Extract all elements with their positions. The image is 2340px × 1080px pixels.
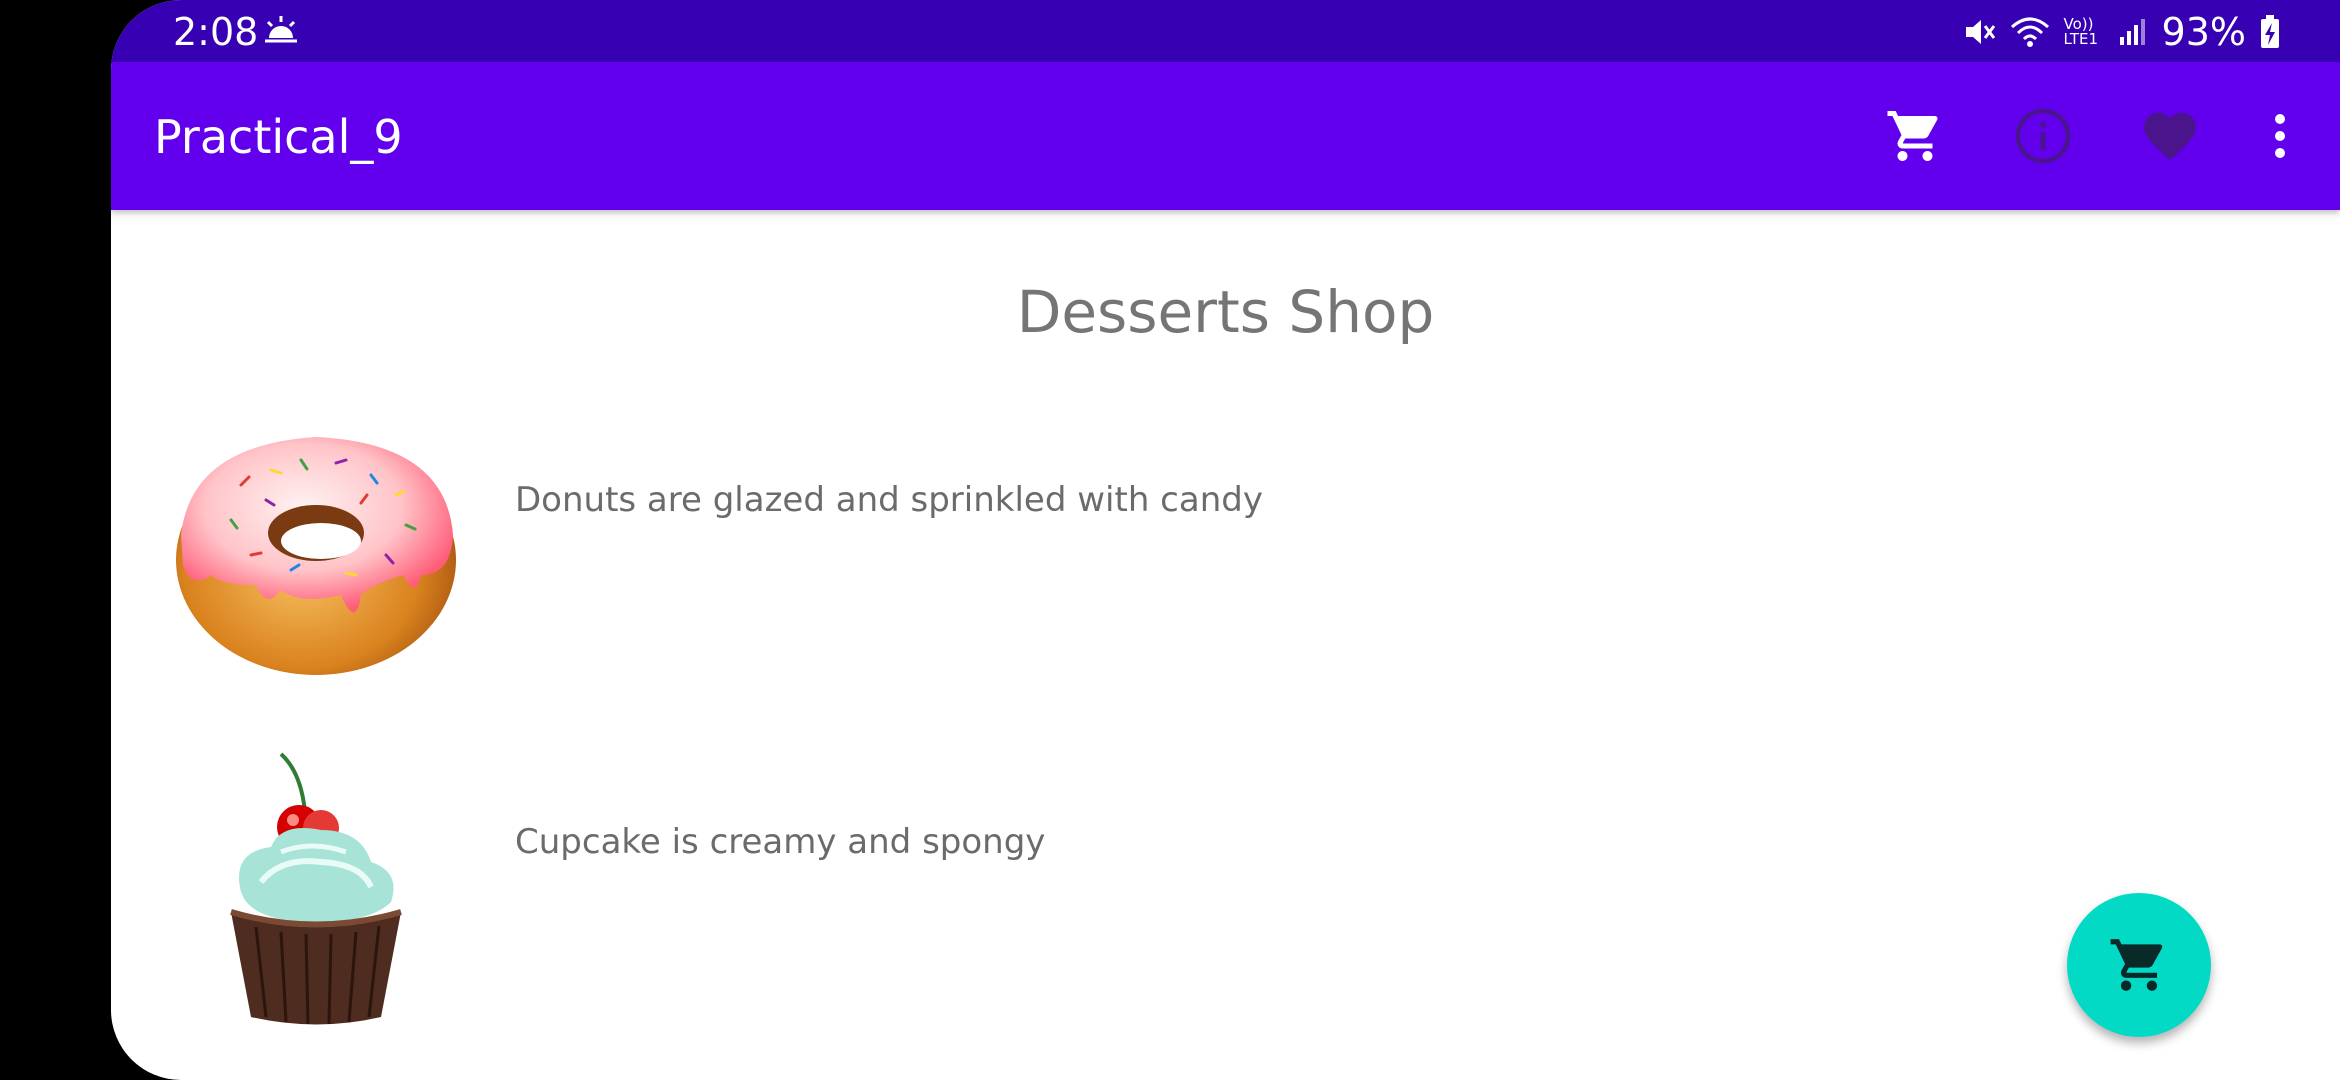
cart-icon bbox=[2110, 939, 2163, 991]
donut-image bbox=[176, 437, 456, 675]
app-bar: Practical_9 bbox=[111, 62, 2340, 210]
cart-action-button[interactable] bbox=[1879, 100, 1951, 172]
page-title: Desserts Shop bbox=[1016, 278, 1435, 346]
battery-percent: 93% bbox=[2161, 10, 2246, 54]
app-title: Practical_9 bbox=[154, 110, 403, 164]
wifi-icon bbox=[2010, 17, 2049, 47]
battery-charging-icon bbox=[2261, 15, 2279, 48]
cupcake-image bbox=[230, 752, 402, 1025]
cart-icon bbox=[1887, 111, 1938, 161]
status-bar: 2:08 Vo)) LTE1 93% bbox=[111, 0, 2340, 62]
more-vert-icon bbox=[2275, 114, 2285, 158]
signal-icon bbox=[2119, 19, 2145, 45]
mute-icon bbox=[1965, 20, 1995, 44]
item-description: Cupcake is creamy and spongy bbox=[515, 822, 1046, 862]
overflow-menu-button[interactable] bbox=[2244, 100, 2316, 172]
favorite-action-button[interactable] bbox=[2134, 100, 2206, 172]
cart-fab-button[interactable] bbox=[2067, 893, 2211, 1037]
heart-icon bbox=[2144, 112, 2196, 161]
item-description: Donuts are glazed and sprinkled with can… bbox=[515, 480, 1263, 520]
info-icon bbox=[2015, 108, 2071, 164]
info-action-button[interactable] bbox=[2007, 100, 2079, 172]
weather-sunrise-icon bbox=[265, 16, 297, 43]
lte-indicator: Vo)) LTE1 bbox=[2063, 15, 2099, 48]
status-icons: Vo)) LTE1 93% bbox=[1962, 10, 2280, 54]
status-time: 2:08 bbox=[173, 10, 259, 54]
phone-screen: 2:08 Vo)) LTE1 93% Practical_9 Desserts … bbox=[111, 0, 2340, 1080]
